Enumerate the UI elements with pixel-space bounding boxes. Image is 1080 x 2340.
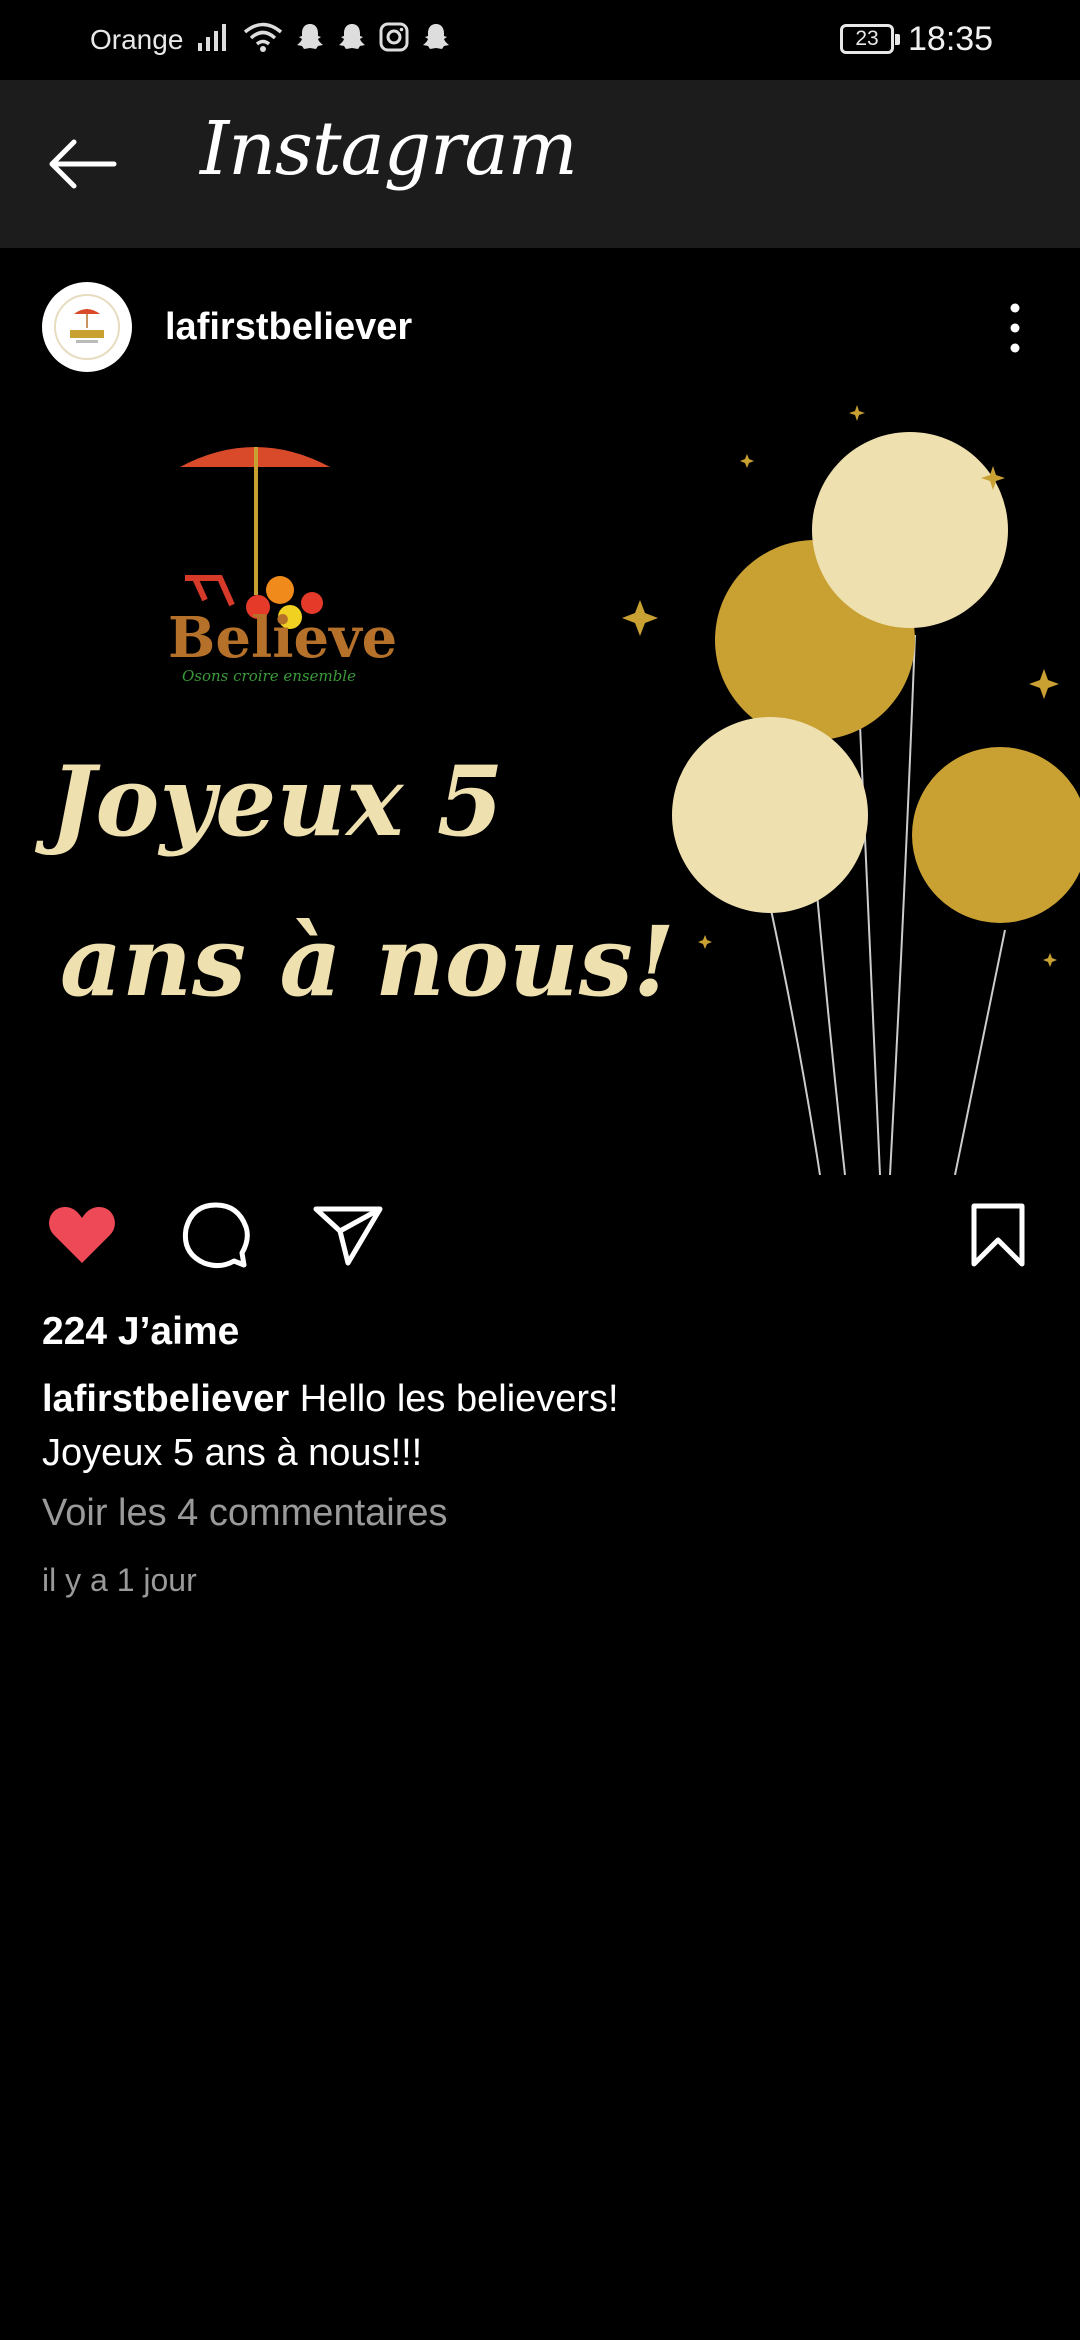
back-button[interactable] [44, 132, 120, 196]
app-bar: Instagram [0, 80, 1080, 248]
avatar[interactable] [42, 282, 132, 372]
believe-logo-avatar [54, 294, 120, 360]
logo-tagline: Osons croire ensemble [182, 667, 356, 685]
clock: 18:35 [908, 20, 994, 58]
post-actions [0, 1190, 1080, 1290]
post-timestamp: il y a 1 jour [42, 1562, 197, 1598]
likes-count[interactable]: 224 J’aime [42, 1310, 239, 1354]
caption-username[interactable]: lafirstbeliever [42, 1378, 289, 1420]
instagram-icon [378, 21, 410, 53]
view-comments-link[interactable]: Voir les 4 commentaires [42, 1492, 448, 1535]
caption-text-line2: Joyeux 5 ans à nous!!! [42, 1432, 423, 1474]
snapchat-icon [294, 21, 326, 53]
wifi-icon [242, 20, 284, 54]
heart-filled-icon [49, 1207, 115, 1263]
post-caption: lafirstbeliever Hello les believers! Joy… [42, 1372, 1032, 1480]
share-button[interactable] [308, 1190, 388, 1280]
post-username[interactable]: lafirstbeliever [165, 306, 412, 349]
save-button[interactable] [958, 1190, 1038, 1280]
post-header: lafirstbeliever [0, 248, 1080, 412]
signal-icon [196, 21, 232, 53]
greeting-line-1: Joyeux 5 [50, 745, 504, 858]
status-bar: Orange 23 18:35 [0, 0, 1080, 80]
app-title: Instagram [200, 106, 578, 192]
logo-text: Believe [168, 605, 398, 671]
snapchat-icon [420, 21, 452, 53]
more-options-button[interactable] [1000, 298, 1030, 358]
status-icons [196, 20, 452, 54]
back-arrow-icon [49, 139, 117, 189]
post-image[interactable]: Believe Osons croire ensemble Joyeux 5 a… [0, 395, 1080, 1175]
greeting-line-2: ans à nous! [60, 905, 675, 1018]
comment-button[interactable] [176, 1190, 256, 1280]
carrier-name: Orange [90, 24, 184, 55]
comment-bubble-icon [182, 1202, 250, 1269]
caption-text: Hello les believers! [289, 1378, 619, 1420]
vertical-dots-icon [1010, 303, 1020, 353]
like-button[interactable] [42, 1190, 122, 1280]
bookmark-icon [971, 1203, 1025, 1267]
battery-indicator: 23 [840, 24, 900, 54]
snapchat-icon [336, 21, 368, 53]
paper-plane-icon [313, 1206, 383, 1266]
